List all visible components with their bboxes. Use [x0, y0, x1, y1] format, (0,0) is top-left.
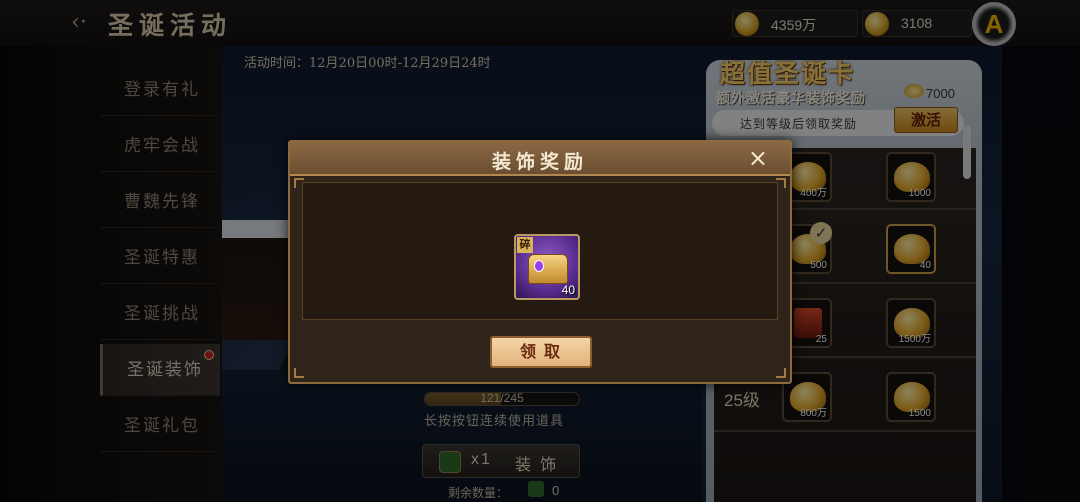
- dialog-title: 装饰奖励: [491, 151, 588, 173]
- gem-icon: [534, 260, 544, 272]
- claim-button[interactable]: 领取: [490, 336, 592, 368]
- corner-ornament: [294, 368, 304, 378]
- dialog-header: 装饰奖励 ×: [290, 142, 790, 176]
- fragment-tag: 碎: [517, 237, 533, 253]
- corner-ornament: [776, 368, 786, 378]
- item-count: 40: [561, 283, 575, 297]
- close-icon[interactable]: ×: [748, 144, 768, 172]
- decor-reward-dialog: 装饰奖励 × 碎 40 领取: [288, 140, 792, 384]
- reward-item[interactable]: 碎 40: [514, 234, 580, 300]
